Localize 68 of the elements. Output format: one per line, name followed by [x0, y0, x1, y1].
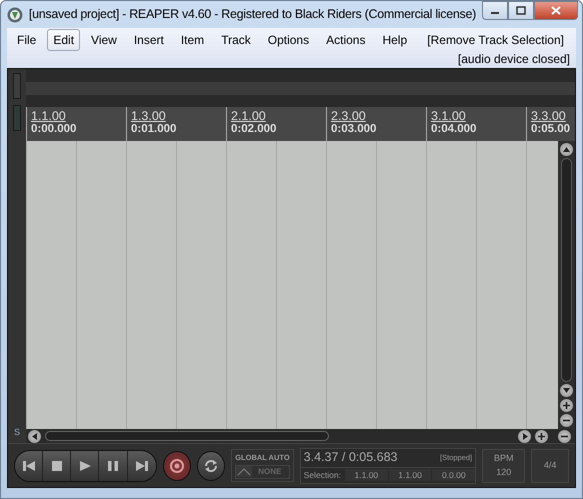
menu-item[interactable]: File — [11, 29, 42, 51]
menu-item[interactable]: View — [85, 29, 123, 51]
tempo-button[interactable]: BPM 120 — [482, 448, 526, 482]
ruler-bar-label: 3.1.00 — [431, 110, 467, 123]
ruler-time-label: 0:04.000 — [431, 123, 478, 136]
up-arrow-icon — [562, 145, 571, 154]
plus-button[interactable] — [560, 399, 573, 412]
app-logo-icon — [7, 6, 23, 22]
plus-icon — [537, 432, 546, 440]
plus-icon — [562, 401, 571, 410]
menu-item[interactable]: Options — [262, 29, 316, 51]
close-button[interactable] — [534, 1, 578, 20]
window-title: [unsaved project] - REAPER v4.60 - Registered to Black Riders (Commercial license) — [28, 6, 476, 24]
ruler-time-label: 0:03.000 — [331, 123, 378, 136]
menu-item[interactable]: Item — [174, 29, 210, 51]
menu-action-link[interactable]: [Remove Track Selection] — [427, 31, 564, 49]
pause-button[interactable] — [99, 450, 128, 480]
start-button[interactable] — [15, 450, 44, 480]
repeat-button[interactable] — [196, 450, 226, 480]
plus-button[interactable] — [535, 430, 548, 442]
audio-status-text: [audio device closed] — [458, 51, 570, 68]
up-arrow-button[interactable] — [560, 143, 573, 156]
selection-end-field[interactable]: 1.1.00 — [388, 468, 432, 482]
menu-item[interactable]: Actions — [320, 29, 372, 51]
end-button[interactable] — [128, 450, 156, 480]
maximize-button[interactable] — [508, 1, 534, 20]
track-panel-handle[interactable] — [13, 73, 21, 99]
ruler-time-label: 0:01.000 — [131, 123, 178, 136]
minus-button[interactable] — [558, 430, 571, 442]
strip-label: S — [14, 426, 20, 438]
position-readout: 3.4.37 / 0:05.683 — [304, 449, 398, 466]
tempo-value: 120 — [496, 466, 512, 478]
tempo-label: BPM — [494, 452, 514, 465]
ruler-bar-label: 2.1.00 — [231, 110, 267, 123]
selection-length-field[interactable]: 0.0.00 — [432, 468, 476, 482]
minus-button[interactable] — [560, 414, 573, 427]
time-signature-button[interactable]: 4/4 — [531, 448, 569, 482]
stop-button[interactable] — [43, 450, 72, 480]
record-icon — [168, 458, 185, 474]
minimize-button[interactable] — [482, 1, 508, 20]
track-panel-handle[interactable] — [13, 105, 21, 131]
down-arrow-icon — [562, 386, 571, 395]
close-icon — [551, 6, 561, 15]
menu-item[interactable]: Insert — [128, 29, 170, 51]
ruler-bar-label: 1.1.00 — [31, 110, 67, 123]
ruler-bar-label: 2.3.00 — [331, 110, 367, 123]
ruler-bar-label: 1.3.00 — [131, 110, 167, 123]
left-arrow-icon — [30, 432, 39, 440]
ruler-time-label: 0:05.00 — [531, 123, 572, 136]
menu-item[interactable]: Help — [376, 29, 414, 51]
vertical-scrollbar[interactable] — [561, 158, 572, 382]
left-arrow-button[interactable] — [28, 430, 41, 442]
play-small-icon — [520, 432, 529, 440]
menu-item[interactable]: Track — [215, 29, 257, 51]
maximize-icon — [516, 6, 526, 15]
envelope-icon — [236, 466, 252, 478]
ruler-time-label: 0:02.000 — [231, 123, 278, 136]
repeat-icon — [203, 458, 220, 474]
record-button[interactable] — [162, 450, 191, 480]
ruler-bar-label: 3.3.00 — [531, 110, 567, 123]
horizontal-scrollbar[interactable] — [45, 431, 329, 441]
play-button[interactable] — [71, 450, 100, 480]
selection-start-field[interactable]: 1.1.00 — [345, 468, 388, 482]
down-arrow-button[interactable] — [560, 384, 573, 397]
selection-label: Selection: — [302, 468, 342, 482]
menu-item[interactable]: Edit — [47, 29, 80, 51]
ruler-time-label: 0:00.000 — [31, 123, 78, 136]
play-small-button[interactable] — [518, 430, 531, 442]
